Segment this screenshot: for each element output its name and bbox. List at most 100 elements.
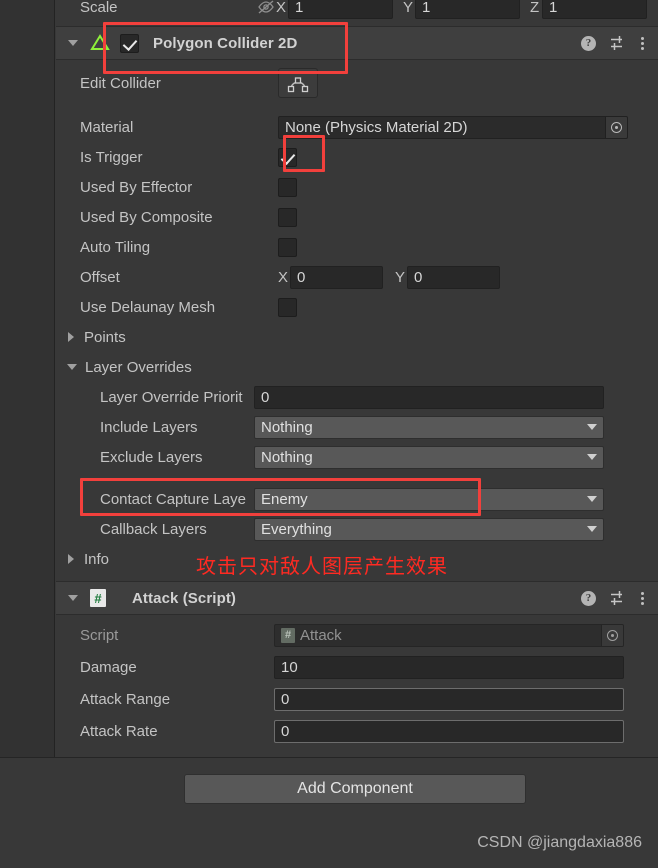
offset-x-input[interactable]: 0 [290,265,383,289]
attack-rate-label: Attack Rate [80,722,158,740]
scale-z-input[interactable]: 1 [542,0,647,19]
scale-x-input[interactable]: 1 [288,0,393,19]
script-object-field[interactable]: # Attack [274,623,624,647]
used-by-composite-checkbox[interactable] [278,207,297,227]
script-value: Attack [300,626,342,644]
edit-collider-row: Edit Collider [56,68,658,98]
chevron-down-icon [587,496,597,502]
edit-polygon-button[interactable] [278,68,318,98]
use-delaunay-mesh-row: Use Delaunay Mesh [56,292,658,322]
layer-override-priority-row: Layer Override Priorit 0 [56,382,658,412]
offset-row: Offset X 0 Y 0 [56,262,658,292]
auto-tiling-label: Auto Tiling [80,238,151,256]
chinese-annotation-note: 攻击只对敌人图层产生效果 [196,554,448,578]
attack-script-title: Attack (Script) [132,589,237,607]
scale-z-label: Z [530,0,540,16]
csdn-watermark: CSDN @jiangdaxia886 [477,834,642,851]
inspector-footer: Add Component CSDN @jiangdaxia886 [0,757,658,868]
points-foldout-row[interactable]: Points [56,322,658,352]
callback-layers-dropdown[interactable]: Everything [254,517,604,541]
more-options-icon[interactable] [641,591,644,605]
layer-override-priority-input[interactable]: 0 [254,385,604,409]
is-trigger-label: Is Trigger [80,148,143,166]
attack-range-label: Attack Range [80,690,171,708]
chevron-down-icon [587,526,597,532]
help-icon[interactable]: ? [581,35,596,51]
link-off-icon[interactable] [256,0,276,14]
use-delaunay-mesh-checkbox[interactable] [278,297,297,317]
include-layers-value: Nothing [261,418,313,436]
polygon-collider-enabled-checkbox[interactable] [120,33,139,53]
attack-script-header[interactable]: # Attack (Script) ? [56,581,658,615]
damage-label: Damage [80,658,137,676]
attack-rate-row: Attack Rate 0 [56,716,658,746]
foldout-arrow-layer-overrides-icon[interactable] [67,364,77,370]
callback-layers-row: Callback Layers Everything [56,514,658,544]
foldout-arrow-points-icon[interactable] [68,332,74,342]
used-by-composite-label: Used By Composite [80,208,213,226]
is-trigger-row: Is Trigger [56,142,658,172]
scale-label: Scale [80,0,118,16]
csharp-script-icon: # [281,627,295,643]
foldout-arrow-polygon-collider-icon[interactable] [68,40,78,46]
offset-y-input[interactable]: 0 [407,265,500,289]
used-by-effector-row: Used By Effector [56,172,658,202]
scale-y-input[interactable]: 1 [415,0,520,19]
contact-capture-layers-value: Enemy [261,490,308,508]
transform-scale-row: Scale X 1 Y 1 Z 1 [56,0,658,22]
preset-settings-icon[interactable] [610,35,627,51]
script-label: Script [80,626,119,644]
attack-range-row: Attack Range 0 [56,684,658,714]
is-trigger-checkbox[interactable] [278,147,297,167]
auto-tiling-checkbox[interactable] [278,237,297,257]
object-picker-icon[interactable] [601,624,623,646]
damage-input[interactable]: 10 [274,655,624,679]
chevron-down-icon [587,454,597,460]
chevron-down-icon [587,424,597,430]
edit-collider-label: Edit Collider [80,74,161,92]
foldout-arrow-info-icon[interactable] [68,554,74,564]
used-by-composite-row: Used By Composite [56,202,658,232]
inspector-left-gutter [0,0,55,757]
scale-y-label: Y [403,0,414,16]
include-layers-dropdown[interactable]: Nothing [254,415,604,439]
points-label: Points [84,328,126,346]
material-label: Material [80,118,134,136]
include-layers-row: Include Layers Nothing [56,412,658,442]
edit-polygon-icon [287,73,309,93]
damage-row: Damage 10 [56,652,658,682]
exclude-layers-dropdown[interactable]: Nothing [254,445,604,469]
attack-range-input[interactable]: 0 [274,687,624,711]
polygon-collider-2d-header[interactable]: Polygon Collider 2D ? [56,26,658,60]
object-picker-icon[interactable] [605,116,627,138]
script-row: Script # Attack [56,620,658,650]
scale-x-label: X [276,0,287,16]
attack-rate-input[interactable]: 0 [274,719,624,743]
polygon-collider-title: Polygon Collider 2D [153,34,298,52]
used-by-effector-checkbox[interactable] [278,177,297,197]
foldout-arrow-attack-script-icon[interactable] [68,595,78,601]
layer-overrides-label: Layer Overrides [85,358,192,376]
callback-layers-value: Everything [261,520,332,538]
exclude-layers-row: Exclude Layers Nothing [56,442,658,472]
exclude-layers-value: Nothing [261,448,313,466]
offset-label: Offset [80,268,120,286]
polygon-collider-2d-icon [90,34,110,52]
unity-inspector-panel: Scale X 1 Y 1 Z 1 Polygon Collider 2D ? [0,0,658,868]
contact-capture-layers-dropdown[interactable]: Enemy [254,487,604,511]
csharp-script-icon: # [90,589,106,607]
used-by-effector-label: Used By Effector [80,178,193,196]
more-options-icon[interactable] [641,36,644,50]
info-label: Info [84,550,110,568]
use-delaunay-mesh-label: Use Delaunay Mesh [80,298,216,316]
material-value: None (Physics Material 2D) [285,118,468,136]
help-icon[interactable]: ? [581,590,596,606]
auto-tiling-row: Auto Tiling [56,232,658,262]
add-component-button[interactable]: Add Component [184,774,526,804]
contact-capture-layers-row: Contact Capture Laye Enemy [56,484,658,514]
material-row: Material None (Physics Material 2D) [56,112,658,142]
offset-y-label: Y [395,268,406,286]
material-object-field[interactable]: None (Physics Material 2D) [278,115,628,139]
layer-overrides-foldout-row[interactable]: Layer Overrides [56,352,658,382]
preset-settings-icon[interactable] [610,590,627,606]
